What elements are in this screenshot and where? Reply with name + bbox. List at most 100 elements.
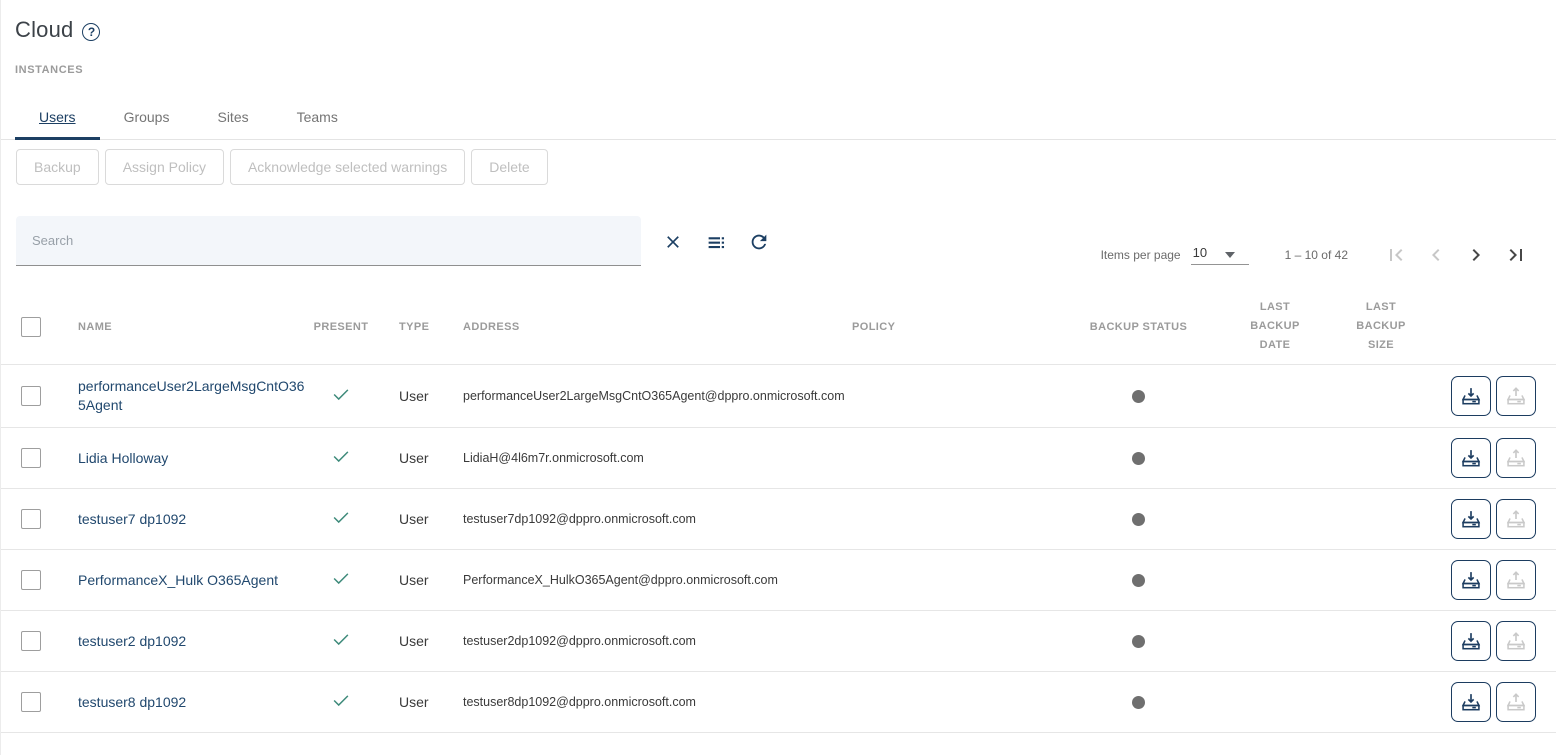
col-header-backup-status: BACKUP STATUS: [1076, 321, 1201, 333]
restore-icon: [1505, 569, 1527, 591]
row-checkbox[interactable]: [21, 448, 41, 468]
backup-status-dot-icon: [1132, 574, 1145, 587]
last-page-button[interactable]: [1496, 240, 1536, 270]
present-cell: [306, 445, 376, 472]
col-header-last-backup-date: LAST BACKUP DATE: [1201, 298, 1349, 355]
prev-page-button[interactable]: [1416, 240, 1456, 270]
type-cell: User: [376, 388, 451, 404]
present-check-icon: [330, 506, 352, 528]
row-actions: [1413, 560, 1556, 600]
row-checkbox[interactable]: [21, 692, 41, 712]
present-check-icon: [330, 567, 352, 589]
acknowledge-warnings-button[interactable]: Acknowledge selected warnings: [230, 149, 465, 185]
backup-row-button[interactable]: [1451, 621, 1491, 661]
clear-search-icon[interactable]: [662, 231, 684, 253]
first-page-button[interactable]: [1376, 240, 1416, 270]
user-name-link[interactable]: testuser7 dp1092: [78, 511, 186, 527]
address-cell: testuser8dp1092@dppro.onmicrosoft.com: [451, 695, 841, 709]
user-name-link[interactable]: Lidia Holloway: [78, 450, 168, 466]
row-checkbox[interactable]: [21, 386, 41, 406]
tab-sites[interactable]: Sites: [193, 97, 272, 139]
user-name-link[interactable]: testuser8 dp1092: [78, 694, 186, 710]
col-header-name: NAME: [78, 321, 306, 333]
type-cell: User: [376, 450, 451, 466]
row-actions: [1413, 499, 1556, 539]
tab-groups[interactable]: Groups: [100, 97, 194, 139]
user-name-link[interactable]: testuser2 dp1092: [78, 633, 186, 649]
backup-row-button[interactable]: [1451, 560, 1491, 600]
present-cell: [306, 689, 376, 716]
items-per-page-select[interactable]: 10: [1191, 245, 1249, 265]
backup-status-dot-icon: [1132, 513, 1145, 526]
help-icon[interactable]: ?: [82, 23, 100, 41]
backup-status-cell: [1076, 513, 1201, 526]
backup-status-cell: [1076, 390, 1201, 403]
filter-list-icon[interactable]: [705, 231, 727, 253]
restore-row-button[interactable]: [1496, 621, 1536, 661]
search-box: [16, 216, 641, 266]
col-header-policy: POLICY: [841, 321, 1076, 333]
assign-policy-button[interactable]: Assign Policy: [105, 149, 224, 185]
present-check-icon: [330, 628, 352, 650]
type-cell: User: [376, 511, 451, 527]
delete-button[interactable]: Delete: [471, 149, 547, 185]
user-name-link[interactable]: PerformanceX_Hulk O365Agent: [78, 572, 278, 588]
backup-row-button[interactable]: [1451, 499, 1491, 539]
backup-status-cell: [1076, 574, 1201, 587]
next-page-button[interactable]: [1456, 240, 1496, 270]
refresh-icon[interactable]: [748, 231, 770, 253]
user-name-link[interactable]: performanceUser2LargeMsgCntO365Agent: [78, 378, 304, 413]
row-actions: [1413, 621, 1556, 661]
restore-row-button[interactable]: [1496, 376, 1536, 416]
backup-row-button[interactable]: [1451, 438, 1491, 478]
table-row: testuser7 dp1092 User testuser7dp1092@dp…: [1, 489, 1556, 550]
row-actions: [1413, 438, 1556, 478]
backup-icon: [1460, 691, 1482, 713]
backup-icon: [1460, 385, 1482, 407]
row-checkbox[interactable]: [21, 570, 41, 590]
present-check-icon: [330, 445, 352, 467]
restore-row-button[interactable]: [1496, 560, 1536, 600]
table-row: testuser2 dp1092 User testuser2dp1092@dp…: [1, 611, 1556, 672]
present-cell: [306, 628, 376, 655]
table-row: Lidia Holloway User LidiaH@4l6m7r.onmicr…: [1, 428, 1556, 489]
select-all-checkbox[interactable]: [21, 317, 41, 337]
restore-row-button[interactable]: [1496, 499, 1536, 539]
backup-button[interactable]: Backup: [16, 149, 99, 185]
table-row: performanceUser2LargeMsgCntO365Agent Use…: [1, 365, 1556, 428]
section-label: INSTANCES: [1, 43, 1556, 76]
col-header-type: TYPE: [376, 321, 451, 333]
row-checkbox[interactable]: [21, 509, 41, 529]
page-nav: [1376, 240, 1536, 270]
restore-row-button[interactable]: [1496, 438, 1536, 478]
restore-icon: [1505, 447, 1527, 469]
tab-teams[interactable]: Teams: [273, 97, 362, 139]
restore-row-button[interactable]: [1496, 682, 1536, 722]
tab-users[interactable]: Users: [15, 97, 100, 139]
backup-icon: [1460, 630, 1482, 652]
pagination: Items per page 10 1 – 10 of 42: [1101, 240, 1536, 270]
items-per-page-value: 10: [1193, 245, 1207, 260]
backup-status-dot-icon: [1132, 452, 1145, 465]
backup-row-button[interactable]: [1451, 376, 1491, 416]
backup-icon: [1460, 447, 1482, 469]
address-cell: testuser2dp1092@dppro.onmicrosoft.com: [451, 634, 841, 648]
backup-icon: [1460, 508, 1482, 530]
page-range-label: 1 – 10 of 42: [1285, 248, 1348, 262]
backup-row-button[interactable]: [1451, 682, 1491, 722]
table-body: performanceUser2LargeMsgCntO365Agent Use…: [1, 365, 1556, 733]
search-input[interactable]: [16, 233, 641, 248]
dropdown-arrow-icon: [1225, 252, 1235, 258]
page-header: Cloud ?: [1, 0, 1556, 43]
col-header-present: PRESENT: [306, 321, 376, 333]
backup-icon: [1460, 569, 1482, 591]
table-row: testuser8 dp1092 User testuser8dp1092@dp…: [1, 672, 1556, 733]
present-cell: [306, 567, 376, 594]
row-actions: [1413, 682, 1556, 722]
backup-status-cell: [1076, 635, 1201, 648]
restore-icon: [1505, 691, 1527, 713]
page-title: Cloud: [15, 17, 73, 43]
row-checkbox[interactable]: [21, 631, 41, 651]
present-check-icon: [330, 689, 352, 711]
address-cell: testuser7dp1092@dppro.onmicrosoft.com: [451, 512, 841, 526]
